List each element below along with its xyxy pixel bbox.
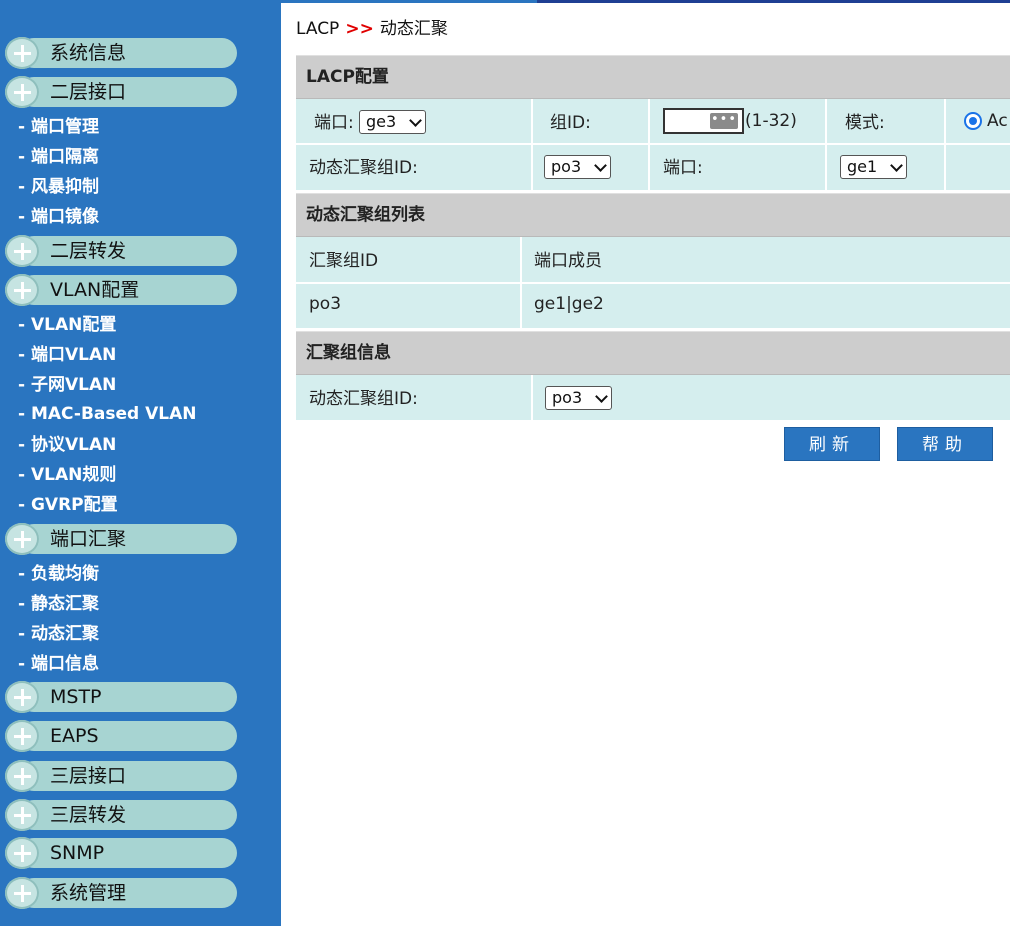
port-select-value: ge3 bbox=[366, 112, 397, 131]
section-header-lacp-config: LACP配置 bbox=[296, 55, 1010, 99]
menu-group-label: 三层接口 bbox=[50, 765, 127, 787]
port-label: 端口: bbox=[314, 113, 354, 133]
menu-group-l3-forwarding[interactable]: 三层转发 bbox=[5, 799, 238, 831]
mode-label: 模式: bbox=[845, 113, 885, 133]
menu-group-label: 系统管理 bbox=[50, 882, 127, 904]
sidebar-item-vlan-config[interactable]: - VLAN配置 bbox=[18, 313, 116, 337]
menu-group-vlan-config[interactable]: VLAN配置 bbox=[5, 274, 238, 306]
breadcrumb-separator: >> bbox=[345, 19, 374, 39]
section-title: 汇聚组信息 bbox=[306, 343, 391, 363]
menu-group-system-management[interactable]: 系统管理 bbox=[5, 877, 238, 909]
sidebar-item-storm-control[interactable]: - 风暴抑制 bbox=[18, 175, 99, 199]
sidebar-item-port-vlan[interactable]: - 端口VLAN bbox=[18, 343, 116, 367]
table-cell-port-members: ge1|ge2 bbox=[534, 294, 604, 314]
plus-icon[interactable] bbox=[5, 76, 39, 108]
menu-group-label: MSTP bbox=[50, 686, 102, 708]
sidebar-item-port-mirror[interactable]: - 端口镜像 bbox=[18, 205, 99, 229]
menu-group-mstp[interactable]: MSTP bbox=[5, 681, 238, 713]
sidebar-item-subnet-vlan[interactable]: - 子网VLAN bbox=[18, 373, 116, 397]
menu-group-l2-forwarding[interactable]: 二层转发 bbox=[5, 235, 238, 267]
top-accent-bar-dark bbox=[537, 0, 1010, 3]
grid-divider bbox=[296, 143, 1010, 145]
sidebar-item-gvrp-config[interactable]: - GVRP配置 bbox=[18, 493, 118, 517]
group-list-table bbox=[296, 237, 1010, 328]
grid-divider bbox=[296, 282, 1010, 284]
table-header-group-id: 汇聚组ID bbox=[309, 251, 379, 271]
sidebar-item-port-info[interactable]: - 端口信息 bbox=[18, 652, 99, 676]
mode-active-label: Ac bbox=[987, 111, 1008, 131]
menu-group-label: 端口汇聚 bbox=[50, 528, 127, 550]
menu-group-l3-interface[interactable]: 三层接口 bbox=[5, 760, 238, 792]
section-title: 动态汇聚组列表 bbox=[306, 205, 425, 225]
plus-icon[interactable] bbox=[5, 235, 39, 267]
menu-group-l2-interface[interactable]: 二层接口 bbox=[5, 76, 238, 108]
menu-group-snmp[interactable]: SNMP bbox=[5, 837, 238, 869]
sidebar-item-mac-based-vlan[interactable]: - MAC-Based VLAN bbox=[18, 402, 197, 426]
chevron-down-icon bbox=[409, 114, 422, 127]
sidebar-item-port-isolation[interactable]: - 端口隔离 bbox=[18, 145, 99, 169]
plus-icon[interactable] bbox=[5, 837, 39, 869]
plus-icon[interactable] bbox=[5, 720, 39, 752]
breadcrumb: LACP >> 动态汇聚 bbox=[296, 17, 448, 41]
plus-icon[interactable] bbox=[5, 681, 39, 713]
menu-group-system-info[interactable]: 系统信息 bbox=[5, 37, 238, 69]
sidebar-item-port-management[interactable]: - 端口管理 bbox=[18, 115, 99, 139]
plus-icon[interactable] bbox=[5, 37, 39, 69]
section-title: LACP配置 bbox=[306, 67, 389, 87]
dynamic-group-id-label: 动态汇聚组ID: bbox=[309, 158, 418, 178]
menu-group-label: EAPS bbox=[50, 725, 99, 747]
sidebar-item-static-aggregation[interactable]: - 静态汇聚 bbox=[18, 592, 99, 616]
grid-divider bbox=[531, 99, 533, 190]
menu-group-label: 系统信息 bbox=[50, 42, 127, 64]
info-dynamic-group-id-label: 动态汇聚组ID: bbox=[309, 389, 418, 409]
chevron-down-icon bbox=[890, 159, 903, 172]
dynamic-group-id-value: po3 bbox=[551, 157, 582, 176]
group-id-range: (1-32) bbox=[745, 111, 797, 131]
member-port-select[interactable]: ge1 bbox=[840, 155, 907, 179]
group-id-input[interactable]: ••• bbox=[663, 108, 744, 134]
dynamic-group-id-select[interactable]: po3 bbox=[544, 155, 611, 179]
member-port-label: 端口: bbox=[663, 158, 703, 178]
sidebar-item-vlan-rule[interactable]: - VLAN规则 bbox=[18, 463, 116, 487]
sidebar-item-load-balance[interactable]: - 负载均衡 bbox=[18, 562, 99, 586]
chevron-down-icon bbox=[595, 390, 608, 403]
plus-icon[interactable] bbox=[5, 877, 39, 909]
sidebar-item-protocol-vlan[interactable]: - 协议VLAN bbox=[18, 433, 116, 457]
plus-icon[interactable] bbox=[5, 274, 39, 306]
menu-group-label: SNMP bbox=[50, 842, 105, 864]
menu-group-label: 二层接口 bbox=[50, 81, 127, 103]
breadcrumb-current: 动态汇聚 bbox=[379, 19, 448, 39]
refresh-button[interactable]: 刷新 bbox=[784, 427, 880, 461]
section-header-group-info: 汇聚组信息 bbox=[296, 331, 1010, 375]
help-button[interactable]: 帮助 bbox=[897, 427, 993, 461]
grid-divider bbox=[520, 237, 522, 328]
menu-group-label: 二层转发 bbox=[50, 240, 127, 262]
grid-divider bbox=[531, 375, 533, 420]
breadcrumb-root: LACP bbox=[296, 19, 340, 39]
grid-divider bbox=[944, 99, 946, 190]
menu-group-port-aggregation[interactable]: 端口汇聚 bbox=[5, 523, 238, 555]
mode-active-radio[interactable] bbox=[964, 112, 982, 130]
menu-group-label: 三层转发 bbox=[50, 804, 127, 826]
plus-icon[interactable] bbox=[5, 760, 39, 792]
group-id-label: 组ID: bbox=[550, 113, 591, 133]
plus-icon[interactable] bbox=[5, 523, 39, 555]
member-port-value: ge1 bbox=[847, 157, 878, 176]
info-dynamic-group-id-value: po3 bbox=[552, 388, 583, 407]
grid-divider bbox=[648, 99, 650, 190]
menu-group-label: VLAN配置 bbox=[50, 279, 140, 301]
sidebar: 系统信息 二层接口 - 端口管理 - 端口隔离 - 风暴抑制 - 端口镜像 二层… bbox=[0, 0, 281, 926]
table-header-port-members: 端口成员 bbox=[534, 251, 602, 271]
menu-group-eaps[interactable]: EAPS bbox=[5, 720, 238, 752]
autofill-key-icon[interactable]: ••• bbox=[710, 113, 738, 129]
plus-icon[interactable] bbox=[5, 799, 39, 831]
section-header-group-list: 动态汇聚组列表 bbox=[296, 193, 1010, 237]
table-cell-group-id: po3 bbox=[309, 294, 342, 314]
chevron-down-icon bbox=[594, 159, 607, 172]
info-dynamic-group-id-select[interactable]: po3 bbox=[545, 386, 612, 410]
sidebar-item-dynamic-aggregation[interactable]: - 动态汇聚 bbox=[18, 622, 99, 646]
grid-divider bbox=[825, 99, 827, 190]
port-select[interactable]: ge3 bbox=[359, 110, 426, 134]
